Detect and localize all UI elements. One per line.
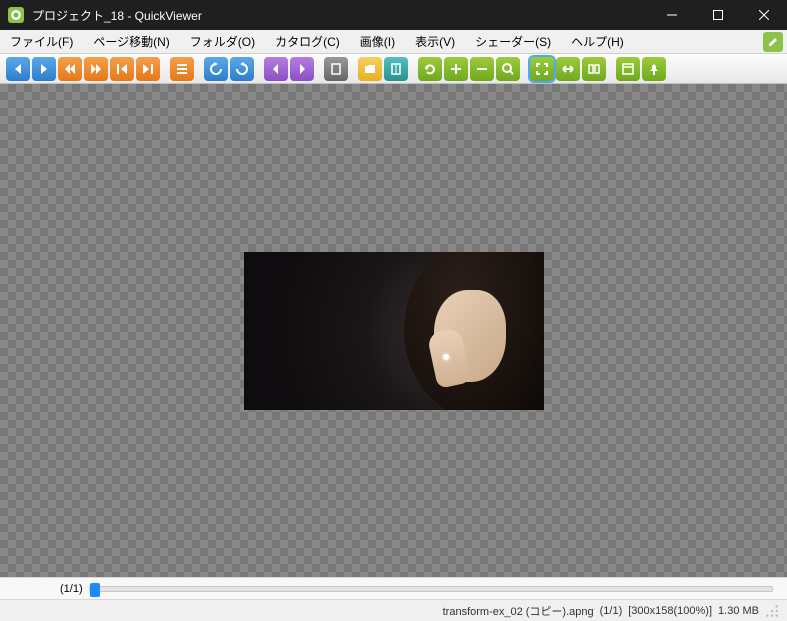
resize-grip-icon[interactable] — [765, 604, 779, 618]
next-page-button[interactable] — [32, 57, 56, 81]
edit-icon[interactable] — [763, 32, 783, 52]
window-title: プロジェクト_18 - QuickViewer — [32, 7, 649, 24]
list-button[interactable] — [170, 57, 194, 81]
bookmark-next-button[interactable] — [290, 57, 314, 81]
menu-folder[interactable]: フォルダ(O) — [180, 30, 265, 53]
spread-button[interactable] — [582, 57, 606, 81]
folder-button[interactable] — [358, 57, 382, 81]
menu-image[interactable]: 画像(I) — [350, 30, 405, 53]
forward-button[interactable] — [84, 57, 108, 81]
status-dims: [300x158(100%)] — [628, 605, 712, 617]
viewport[interactable] — [0, 84, 787, 577]
minimize-button[interactable] — [649, 0, 695, 30]
menu-view[interactable]: 表示(V) — [405, 30, 465, 53]
single-page-button[interactable] — [324, 57, 348, 81]
window-mode-button[interactable] — [616, 57, 640, 81]
fit-screen-button[interactable] — [530, 57, 554, 81]
close-button[interactable] — [741, 0, 787, 30]
refresh-button[interactable] — [418, 57, 442, 81]
menu-shader[interactable]: シェーダー(S) — [465, 30, 561, 53]
app-icon — [8, 7, 24, 23]
status-page: (1/1) — [600, 605, 623, 617]
fit-width-button[interactable] — [556, 57, 580, 81]
toolbar — [0, 54, 787, 84]
menu-help[interactable]: ヘルプ(H) — [561, 30, 634, 53]
menu-catalog[interactable]: カタログ(C) — [265, 30, 350, 53]
statusbar: transform-ex_02 (コピー).apng (1/1) [300x15… — [0, 599, 787, 621]
menu-file[interactable]: ファイル(F) — [0, 30, 83, 53]
page-slider-bar: (1/1) — [0, 577, 787, 599]
slider-thumb[interactable] — [90, 583, 100, 597]
page-slider[interactable] — [89, 586, 773, 592]
zoom-button[interactable] — [496, 57, 520, 81]
zoom-in-button[interactable] — [444, 57, 468, 81]
rotate-left-button[interactable] — [204, 57, 228, 81]
rewind-button[interactable] — [58, 57, 82, 81]
status-filename: transform-ex_02 (コピー).apng — [443, 603, 594, 619]
pin-button[interactable] — [642, 57, 666, 81]
displayed-image — [244, 252, 544, 410]
book-button[interactable] — [384, 57, 408, 81]
bookmark-prev-button[interactable] — [264, 57, 288, 81]
zoom-out-button[interactable] — [470, 57, 494, 81]
last-button[interactable] — [136, 57, 160, 81]
first-button[interactable] — [110, 57, 134, 81]
menubar: ファイル(F) ページ移動(N) フォルダ(O) カタログ(C) 画像(I) 表… — [0, 30, 787, 54]
status-size: 1.30 MB — [718, 605, 759, 617]
prev-page-button[interactable] — [6, 57, 30, 81]
page-index-label: (1/1) — [60, 583, 83, 595]
menu-page[interactable]: ページ移動(N) — [83, 30, 179, 53]
maximize-button[interactable] — [695, 0, 741, 30]
titlebar: プロジェクト_18 - QuickViewer — [0, 0, 787, 30]
rotate-right-button[interactable] — [230, 57, 254, 81]
